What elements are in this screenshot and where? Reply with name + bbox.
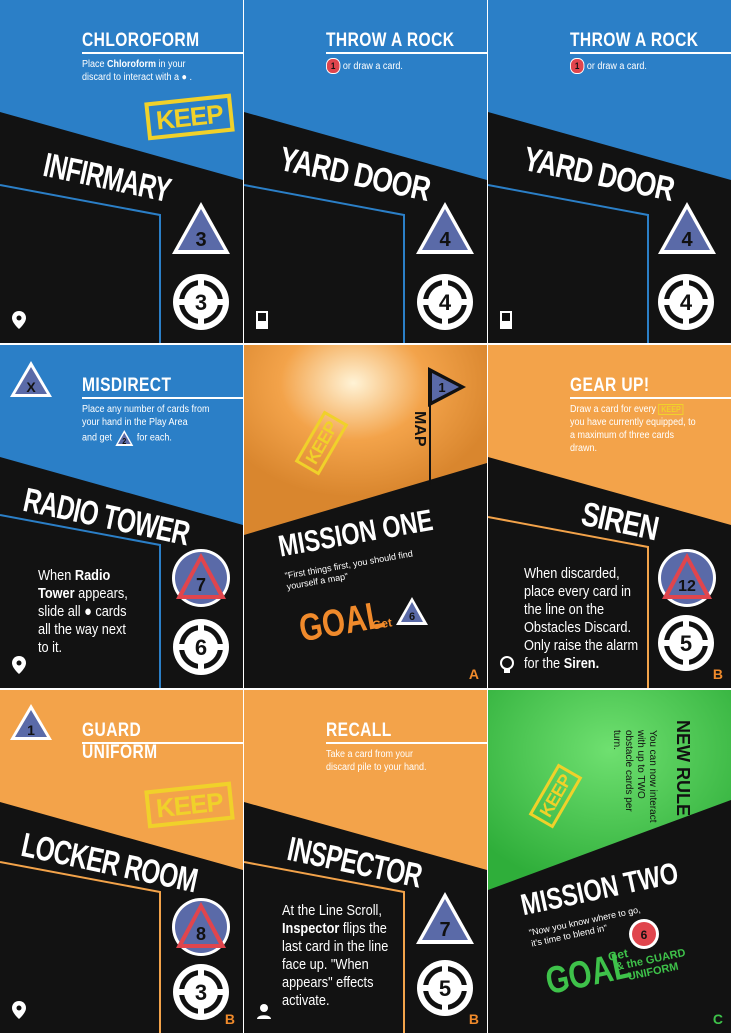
- crosshair-value: 3: [173, 274, 229, 330]
- crosshair-value: 5: [417, 960, 473, 1016]
- card-mission-one[interactable]: 1 MAP KEEP MISSION ONE "First things fir…: [244, 345, 487, 688]
- card-gear-up[interactable]: GEAR UP! Draw a card for every KEEP you …: [488, 345, 731, 688]
- card-description: Place any number of cards from your hand…: [82, 404, 210, 447]
- lightbulb-icon: [500, 656, 514, 673]
- card-description: 1 or draw a card.: [570, 58, 705, 74]
- card-letter: C: [712, 1011, 723, 1027]
- card-throw-a-rock[interactable]: THROW A ROCK 1 or draw a card. YARD DOOR…: [244, 0, 487, 343]
- crosshair-value: 4: [417, 274, 473, 330]
- svg-text:5: 5: [680, 631, 692, 656]
- card-description: Place Chloroform in your discard to inte…: [82, 59, 192, 83]
- card-chloroform[interactable]: CHLOROFORM Place Chloroform in your disc…: [0, 0, 243, 343]
- title-underline: [82, 52, 243, 54]
- triangle-icon: 2: [115, 430, 134, 446]
- svg-text:4: 4: [681, 229, 693, 251]
- card-letter: B: [468, 1011, 479, 1027]
- keep-mini-badge: KEEP: [658, 404, 684, 415]
- red-badge: 1: [326, 58, 341, 74]
- location-pin-icon: [12, 656, 26, 674]
- card-title: THROW A ROCK: [326, 30, 455, 51]
- svg-text:6: 6: [409, 611, 415, 623]
- title-underline: [326, 52, 487, 54]
- corner-triangle: 1: [10, 704, 52, 740]
- svg-text:8: 8: [196, 924, 206, 944]
- svg-text:4: 4: [680, 290, 693, 315]
- svg-text:4: 4: [439, 290, 452, 315]
- alert-triangle: 4: [658, 202, 716, 254]
- card-title: THROW A ROCK: [570, 30, 699, 51]
- card-description: Take a card from your discard pile to yo…: [326, 749, 427, 773]
- card-body-text: At the Line Scroll, Inspector flips the …: [282, 902, 389, 1009]
- red-badge: 1: [570, 58, 585, 74]
- crosshair-value: 4: [658, 274, 714, 330]
- new-rule-text: You can now interact with up to TWO obst…: [611, 730, 658, 823]
- alert-triangle: 4: [416, 202, 474, 254]
- svg-text:6: 6: [641, 928, 648, 942]
- svg-text:6: 6: [195, 635, 207, 660]
- card-description: Draw a card for every KEEP you have curr…: [570, 404, 696, 454]
- triangle-value: 3: [195, 229, 206, 251]
- card-description: 1 or draw a card.: [326, 58, 461, 74]
- card-title: CHLOROFORM: [82, 30, 200, 51]
- location-pin-icon: [12, 1001, 26, 1019]
- svg-text:1: 1: [27, 722, 35, 738]
- card-sheet: CHLOROFORM Place Chloroform in your disc…: [0, 0, 731, 1033]
- card-letter: B: [224, 1011, 235, 1027]
- title-underline: [570, 397, 731, 399]
- card-guard-uniform[interactable]: 1 GUARD UNIFORM KEEP LOCKER ROOM 8 3 B: [0, 690, 243, 1033]
- door-icon: [256, 311, 268, 329]
- card-title: GEAR UP!: [570, 375, 650, 396]
- svg-text:1: 1: [438, 380, 445, 395]
- svg-text:2: 2: [122, 437, 126, 446]
- svg-text:3: 3: [195, 980, 207, 1005]
- alert-triangle: 12: [658, 549, 716, 607]
- card-title: RECALL: [326, 720, 392, 741]
- goal-badge: 6: [629, 919, 659, 949]
- svg-text:3: 3: [195, 290, 207, 315]
- door-icon: [500, 311, 512, 329]
- alert-triangle: 7: [416, 892, 474, 944]
- svg-text:4: 4: [439, 229, 451, 251]
- crosshair-value: 3: [173, 964, 229, 1020]
- location-pin-icon: [12, 311, 26, 329]
- person-icon: [257, 1004, 271, 1019]
- title-underline: [326, 742, 487, 744]
- card-recall[interactable]: RECALL Take a card from your discard pil…: [244, 690, 487, 1033]
- goal-triangle: 6: [396, 597, 428, 625]
- map-label: MAP: [411, 411, 428, 447]
- svg-text:X: X: [26, 379, 36, 395]
- person-icon: ●: [181, 72, 187, 83]
- card-mission-two[interactable]: NEW RULE You can now interact with up to…: [488, 690, 731, 1033]
- svg-text:5: 5: [439, 976, 451, 1001]
- crosshair-value: 6: [173, 619, 229, 675]
- card-misdirect[interactable]: X MISDIRECT Place any number of cards fr…: [0, 345, 243, 688]
- corner-triangle: X: [10, 361, 52, 397]
- map-flag-triangle: 1: [428, 367, 466, 407]
- title-underline: [82, 397, 243, 399]
- person-icon: ●: [84, 603, 92, 620]
- card-body-text: When Radio Tower appears, slide all ● ca…: [38, 567, 128, 656]
- alert-triangle: 3: [172, 202, 230, 254]
- card-letter: A: [468, 666, 479, 682]
- title-underline: [82, 742, 243, 744]
- card-throw-a-rock[interactable]: THROW A ROCK 1 or draw a card. YARD DOOR…: [488, 0, 731, 343]
- new-rule-title: NEW RULE: [673, 720, 693, 816]
- card-title: MISDIRECT: [82, 375, 172, 396]
- svg-text:7: 7: [439, 919, 450, 941]
- crosshair-value: 5: [658, 615, 714, 671]
- svg-text:12: 12: [678, 578, 696, 595]
- svg-text:7: 7: [196, 575, 206, 595]
- alert-triangle: 7: [172, 549, 230, 607]
- alert-triangle: 8: [172, 898, 230, 956]
- title-underline: [570, 52, 731, 54]
- card-letter: B: [712, 666, 723, 682]
- card-body-text: When discarded, place every card in the …: [524, 565, 639, 672]
